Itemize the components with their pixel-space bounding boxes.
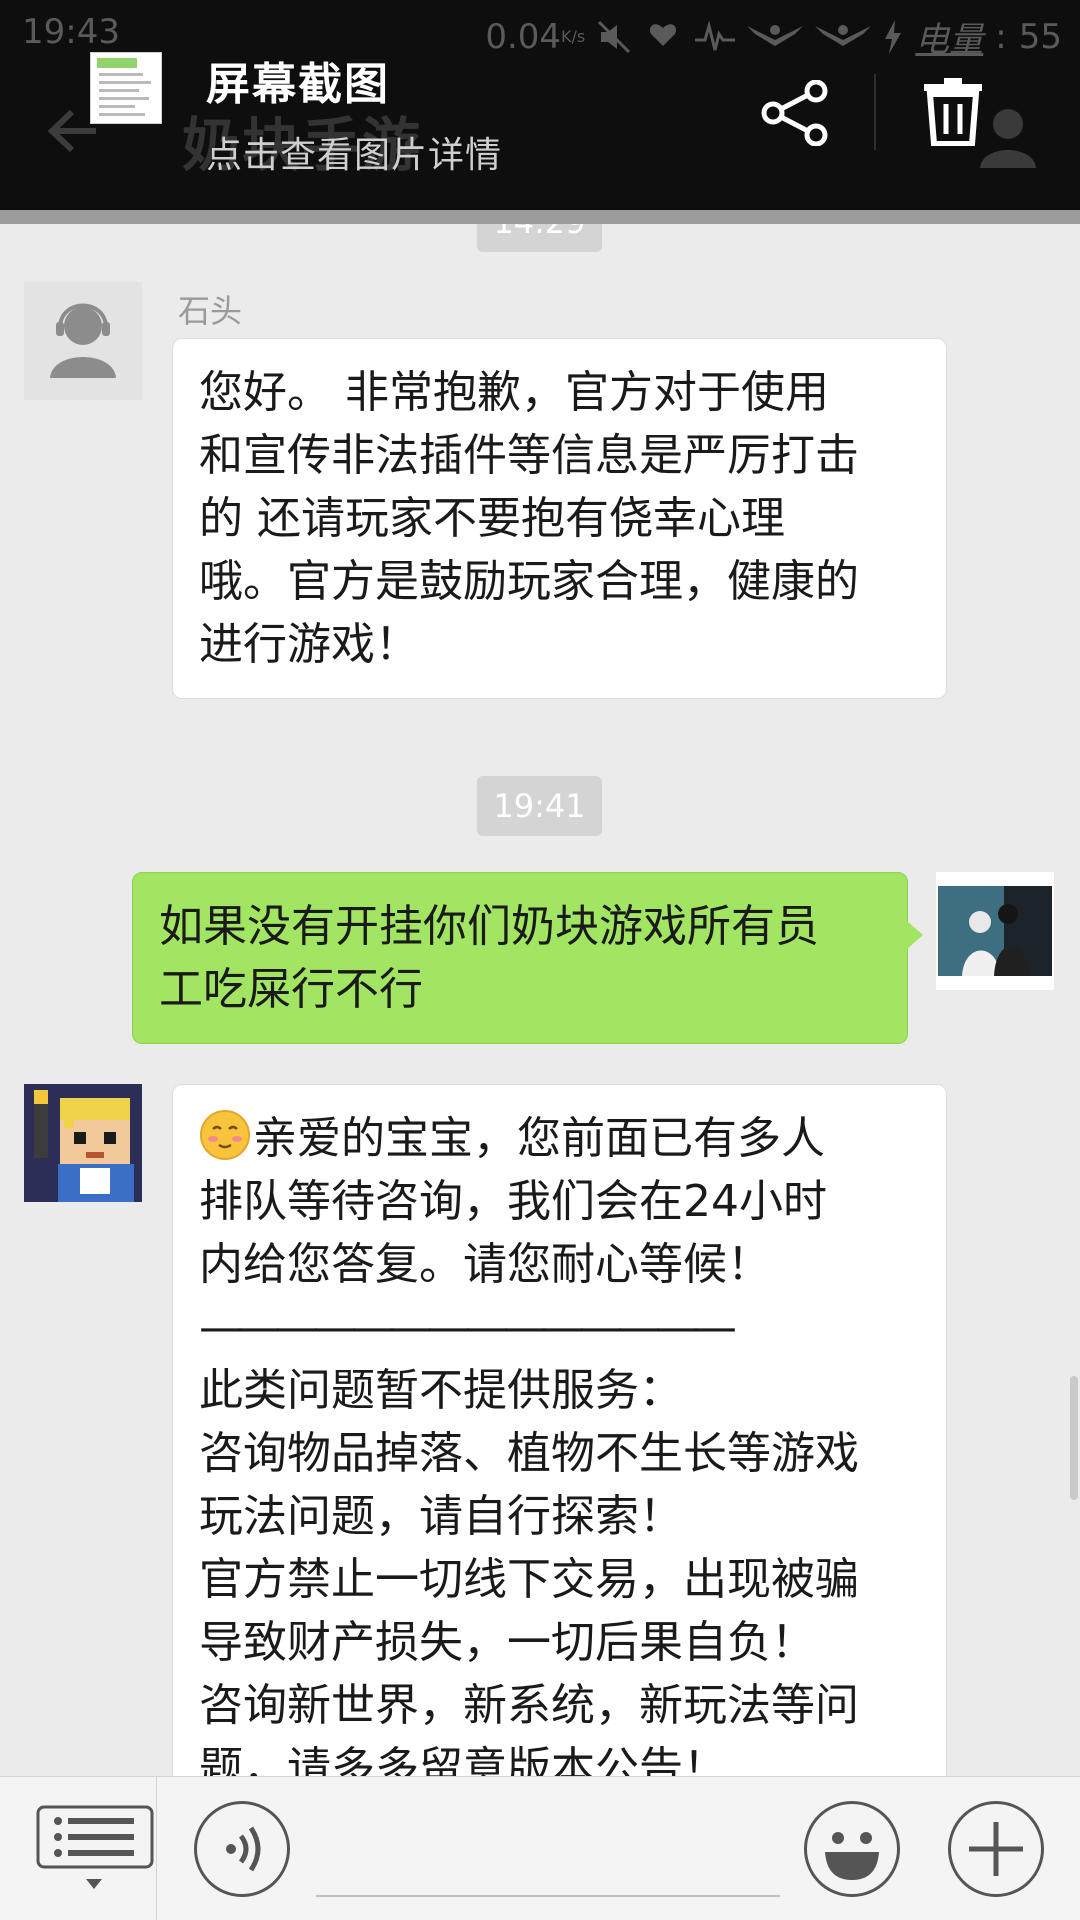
incoming-message-bubble[interactable]: 您好。 非常抱歉，官方对于使用 和宣传非法插件等信息是严厉打击 的 还请玩家不要…	[172, 338, 947, 699]
trash-icon[interactable]	[922, 78, 984, 146]
notification-subtitle[interactable]: 点击查看图片详情	[206, 126, 502, 178]
carrier-icon	[815, 24, 872, 46]
chat-area: 14:29 石头 您好。 非常抱歉，官方对于使用 和宣传非法插件等信息是严厉打击…	[0, 192, 1080, 1824]
sender-name: 石头	[178, 292, 243, 330]
emoji-icon	[825, 1832, 879, 1880]
incoming-message-bubble[interactable]: 亲爱的宝宝，您前面已有多人 排队等待咨询，我们会在24小时 内给您答复。请您耐心…	[172, 1084, 947, 1824]
signal-icon	[695, 19, 736, 50]
screenshot-thumbnail[interactable]	[90, 52, 162, 124]
status-bar: 19:43 0.04K/s 电量: 55	[0, 0, 1080, 64]
user-photo-avatar[interactable]	[936, 872, 1054, 990]
voice-button[interactable]	[194, 1801, 290, 1897]
status-time: 19:43	[22, 12, 120, 52]
bar-divider	[156, 1777, 157, 1920]
voice-icon	[226, 1826, 261, 1872]
notification-title[interactable]: 屏幕截图	[206, 48, 390, 112]
chat-screen: 19:43 0.04K/s 电量: 55 奶块手游 屏幕截图 点击查看图片详情 …	[0, 0, 1080, 1920]
menu-list-icon[interactable]	[36, 1805, 154, 1895]
message-input[interactable]	[316, 1895, 780, 1897]
battery-value: 55	[1018, 16, 1062, 57]
timestamp: 19:41	[477, 776, 602, 836]
charging-icon	[885, 19, 902, 54]
carrier-icon	[747, 24, 804, 46]
profile-icon[interactable]	[976, 104, 1040, 168]
outgoing-message-bubble[interactable]: 如果没有开挂你们奶块游戏所有员 工吃屎行不行	[132, 872, 923, 1044]
block-character-icon	[24, 1084, 142, 1202]
game-character-avatar[interactable]	[24, 1084, 142, 1202]
header-divider	[874, 74, 876, 150]
header-shadow	[0, 210, 1080, 224]
emoji-button[interactable]	[804, 1801, 900, 1897]
share-icon[interactable]	[760, 80, 830, 146]
support-agent-avatar[interactable]	[24, 282, 142, 400]
header: 19:43 0.04K/s 电量: 55 奶块手游 屏幕截图 点击查看图片详情	[0, 0, 1080, 210]
wifi-icon	[650, 23, 677, 46]
status-icons: 0.04K/s 电量: 55	[485, 12, 1062, 61]
input-bar	[0, 1776, 1080, 1920]
photo-thumbnail	[938, 886, 1052, 976]
plus-button[interactable]	[948, 1801, 1044, 1897]
blush-emoji-icon	[200, 1110, 250, 1160]
mute-icon	[598, 20, 631, 53]
plus-icon	[969, 1822, 1023, 1876]
scrollbar[interactable]	[1070, 1376, 1078, 1500]
network-speed: 0.04K/s	[485, 16, 586, 57]
battery-label: 电量	[915, 20, 984, 60]
headset-person-icon	[50, 303, 116, 378]
